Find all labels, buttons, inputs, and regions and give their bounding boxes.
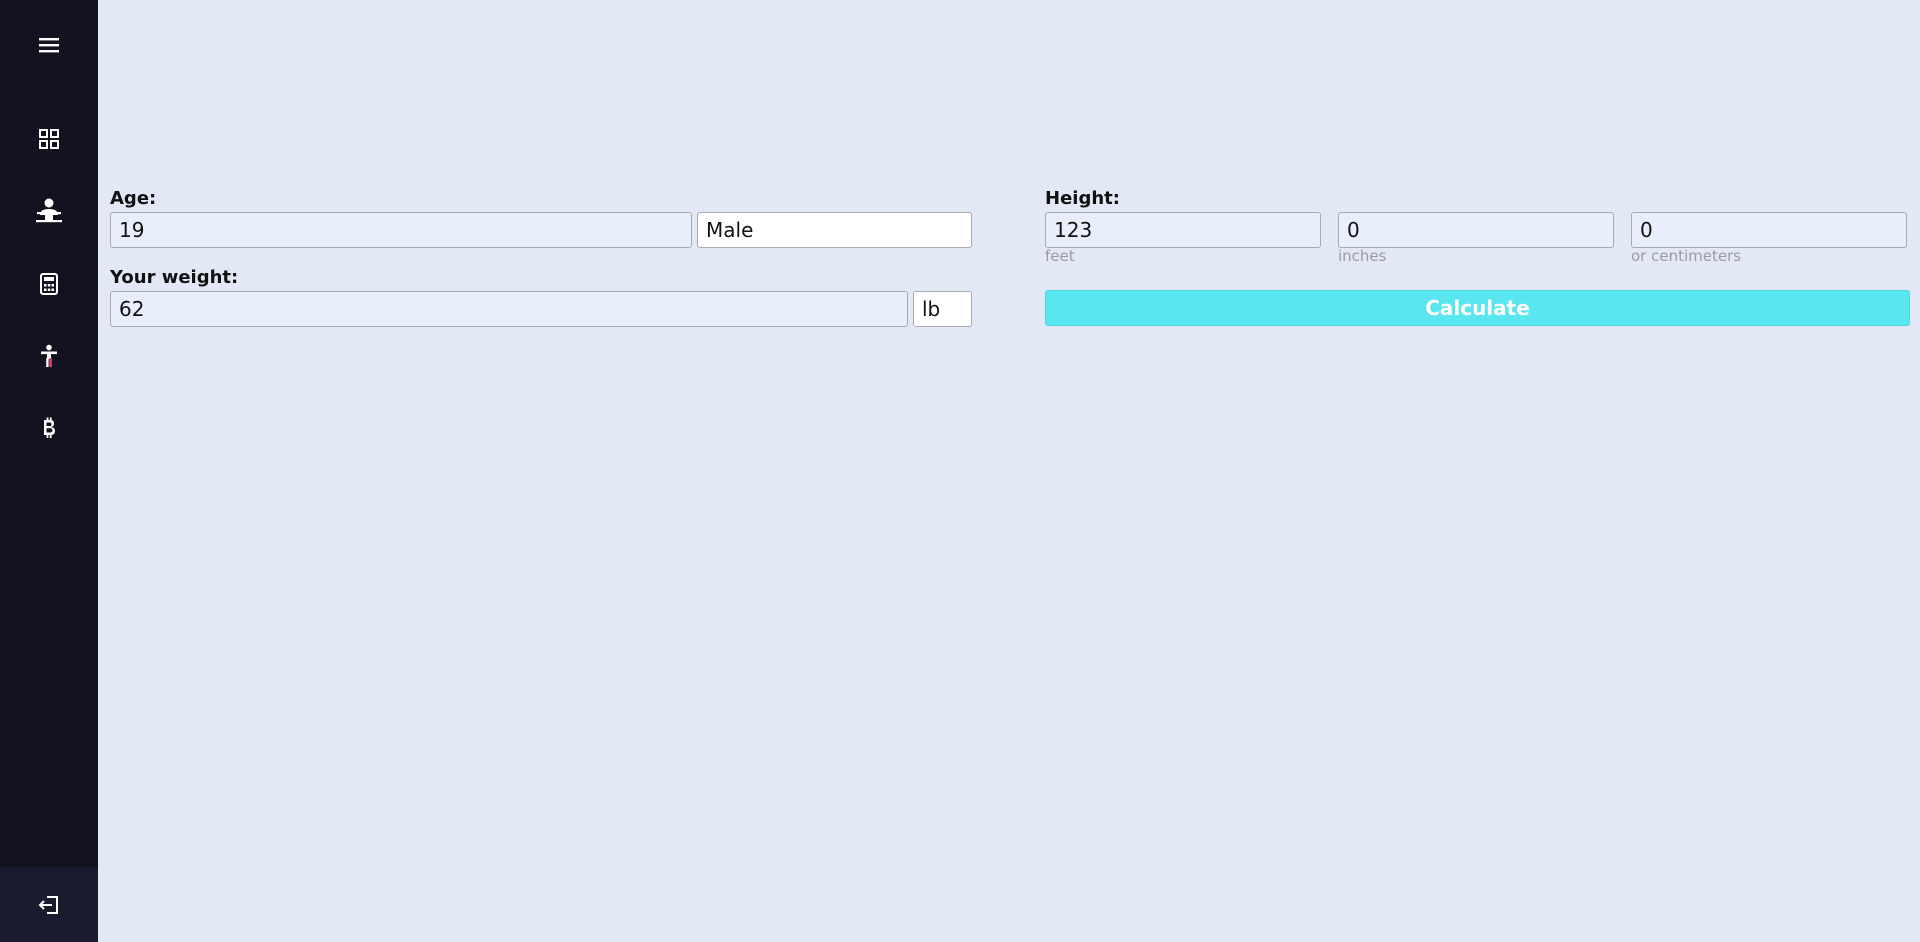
main-content: Age: Your weight: Height: feet inches or… — [98, 0, 1920, 942]
height-feet-input[interactable] — [1045, 212, 1321, 248]
sidebar-item-calculator[interactable] — [0, 254, 98, 314]
doctor-icon — [36, 198, 62, 223]
hamburger-menu-icon — [39, 38, 59, 53]
height-cm-input[interactable] — [1631, 212, 1907, 248]
inches-hint: inches — [1338, 247, 1387, 265]
gender-select[interactable] — [697, 212, 972, 248]
sidebar-item-bitcoin[interactable] — [0, 398, 98, 458]
calculate-button[interactable]: Calculate — [1045, 290, 1910, 326]
age-label: Age: — [110, 188, 157, 209]
sidebar-item-dashboard[interactable] — [0, 109, 98, 169]
weight-input[interactable] — [110, 291, 908, 327]
cm-hint: or centimeters — [1631, 247, 1742, 265]
person-icon — [41, 344, 57, 367]
height-label: Height: — [1045, 188, 1120, 209]
height-inches-input[interactable] — [1338, 212, 1614, 248]
dashboard-grid-icon — [39, 129, 59, 149]
logout-icon — [38, 895, 58, 914]
weight-unit-select[interactable] — [913, 291, 972, 327]
menu-toggle-button[interactable] — [0, 15, 98, 75]
feet-hint: feet — [1045, 247, 1075, 265]
bitcoin-icon — [44, 417, 55, 438]
sidebar — [0, 0, 98, 942]
logout-button[interactable] — [0, 867, 98, 942]
sidebar-item-body[interactable] — [0, 326, 98, 386]
calculator-icon — [40, 273, 58, 295]
age-input[interactable] — [110, 212, 692, 248]
sidebar-item-doctor[interactable] — [0, 181, 98, 241]
weight-label: Your weight: — [110, 267, 239, 288]
